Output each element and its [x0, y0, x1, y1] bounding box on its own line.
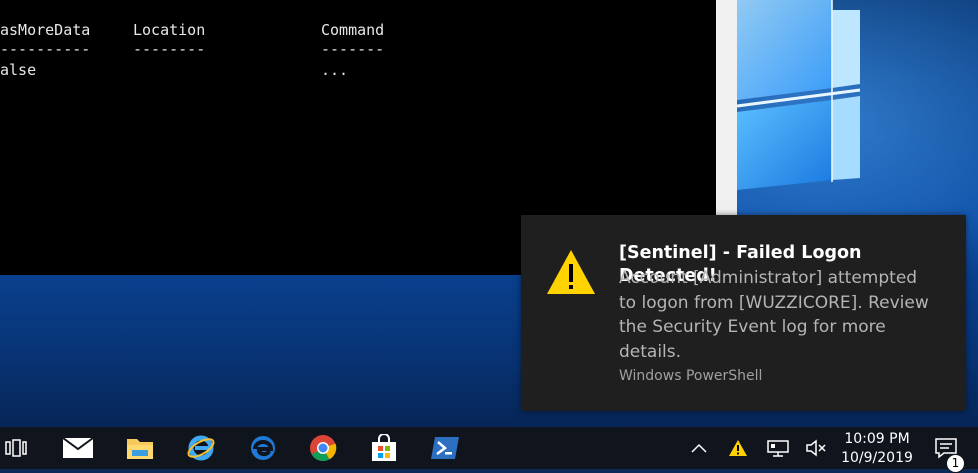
- clock-time: 10:09 PM: [844, 431, 910, 447]
- notification-count-badge: 1: [946, 454, 965, 473]
- powershell-icon[interactable]: [421, 427, 469, 469]
- warning-icon: [547, 250, 595, 294]
- separator-command: -------: [321, 40, 385, 58]
- toast-source-app: Windows PowerShell: [619, 368, 763, 384]
- toast-notification[interactable]: [Sentinel] - Failed Logon Detected! Acco…: [521, 215, 966, 411]
- cell-command: ...: [321, 61, 349, 79]
- task-view-icon[interactable]: [0, 427, 40, 469]
- file-explorer-icon[interactable]: [116, 427, 164, 469]
- volume-muted-icon[interactable]: [792, 427, 840, 469]
- column-header-location: Location: [133, 21, 206, 39]
- system-clock[interactable]: 10:09 PM 10/9/2019: [836, 430, 918, 468]
- windows-logo-wallpaper: [737, 0, 861, 190]
- store-icon[interactable]: [360, 427, 408, 469]
- column-header-command: Command: [321, 21, 385, 39]
- separator-location: --------: [133, 40, 206, 58]
- mail-icon[interactable]: [54, 427, 102, 469]
- console-scrollbar[interactable]: [716, 0, 737, 215]
- cell-hasmoredata: alse: [0, 61, 37, 79]
- separator-hasmoredata: ----------: [0, 40, 91, 58]
- internet-explorer-icon[interactable]: [177, 427, 225, 469]
- toast-message: Account [Administrator] attempted to log…: [619, 268, 929, 362]
- chrome-icon[interactable]: [299, 427, 347, 469]
- edge-icon[interactable]: [239, 427, 287, 469]
- taskbar: 10:09 PM 10/9/2019 1: [0, 427, 978, 473]
- clock-date: 10/9/2019: [841, 450, 913, 466]
- column-header-hasmoredata: asMoreData: [0, 21, 91, 39]
